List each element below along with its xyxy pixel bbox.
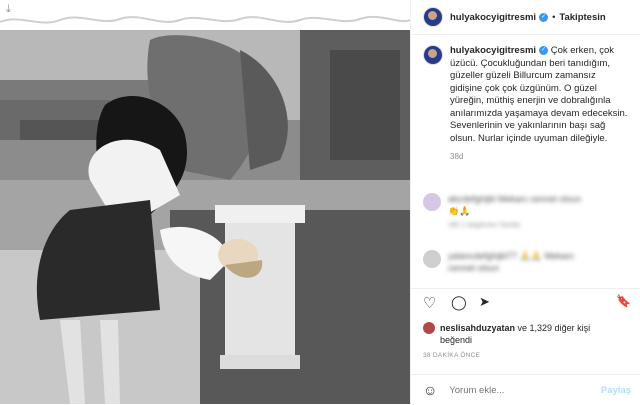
heart-icon[interactable]: ♡ <box>423 294 436 312</box>
avatar[interactable] <box>423 250 441 268</box>
avatar[interactable] <box>423 193 441 211</box>
post-header: hulyakocyigitresmi ✓ • Takiptesin <box>411 0 640 35</box>
avatar[interactable] <box>423 7 443 27</box>
torn-paper-edge <box>0 0 410 30</box>
comment-text-2: cennet olsun <box>448 263 500 273</box>
caption-age: 38d <box>450 152 464 161</box>
add-comment-bar: ☺ Paylaş <box>411 374 640 405</box>
following-button[interactable]: Takiptesin <box>559 12 605 23</box>
emoji-icon[interactable]: ☺ <box>423 382 437 398</box>
photo-illustration <box>0 30 410 404</box>
likes-count[interactable]: ve 1,329 diğer kişi <box>515 323 591 333</box>
separator-dot: • <box>552 11 556 23</box>
bookmark-icon[interactable]: 🔖 <box>616 294 631 308</box>
post-actions-bar: ♡ ◯ ➤ 🔖 <box>411 288 640 317</box>
share-icon[interactable]: ➤ <box>479 294 490 310</box>
verified-badge-icon: ✓ <box>539 45 549 55</box>
caption-text: Çok erken, çok üzücü. Çocukluğundan beri… <box>450 45 628 144</box>
post-comment-button[interactable]: Paylaş <box>601 385 631 396</box>
comment-input[interactable] <box>447 383 602 397</box>
post-side-panel: hulyakocyigitresmi ✓ • Takiptesin hulyak… <box>410 0 640 404</box>
list-item: yalancdefghijkl77 🙏🙏 Mekanı cennet olsun… <box>411 250 640 274</box>
likes-user[interactable]: neslisahduzyatan <box>440 323 515 333</box>
list-item: abcdefghijkl Mekanı cennet olsun 👏🙏 18h … <box>411 193 640 232</box>
post-timestamp: 38 DAKİKA ÖNCE <box>423 352 481 359</box>
likes-summary: neslisahduzyatan ve 1,329 diğer kişi beğ… <box>423 322 590 346</box>
post-author-username[interactable]: hulyakocyigitresmi <box>450 12 536 23</box>
avatar[interactable] <box>423 322 435 334</box>
comment-text: abcdefghijkl Mekanı cennet olsun <box>448 194 582 204</box>
avatar[interactable] <box>423 45 443 65</box>
likes-label: beğendi <box>440 335 473 345</box>
post-photo <box>0 30 410 404</box>
comment-icon[interactable]: ◯ <box>451 294 467 311</box>
verified-badge-icon: ✓ <box>539 12 549 22</box>
comment-emoji: 👏🙏 <box>448 206 471 216</box>
caption-username[interactable]: hulyakocyigitresmi <box>450 45 536 56</box>
comment-meta: 18h 1 beğenme Yanıtla <box>448 222 520 229</box>
download-icon[interactable]: ⤓ <box>6 3 11 16</box>
comment-text: yalancdefghijkl77 🙏🙏 Mekanı <box>448 251 574 261</box>
post-media-panel: ⤓ <box>0 0 410 404</box>
post-caption: hulyakocyigitresmi ✓ Çok erken, çok üzücü… <box>411 35 640 164</box>
